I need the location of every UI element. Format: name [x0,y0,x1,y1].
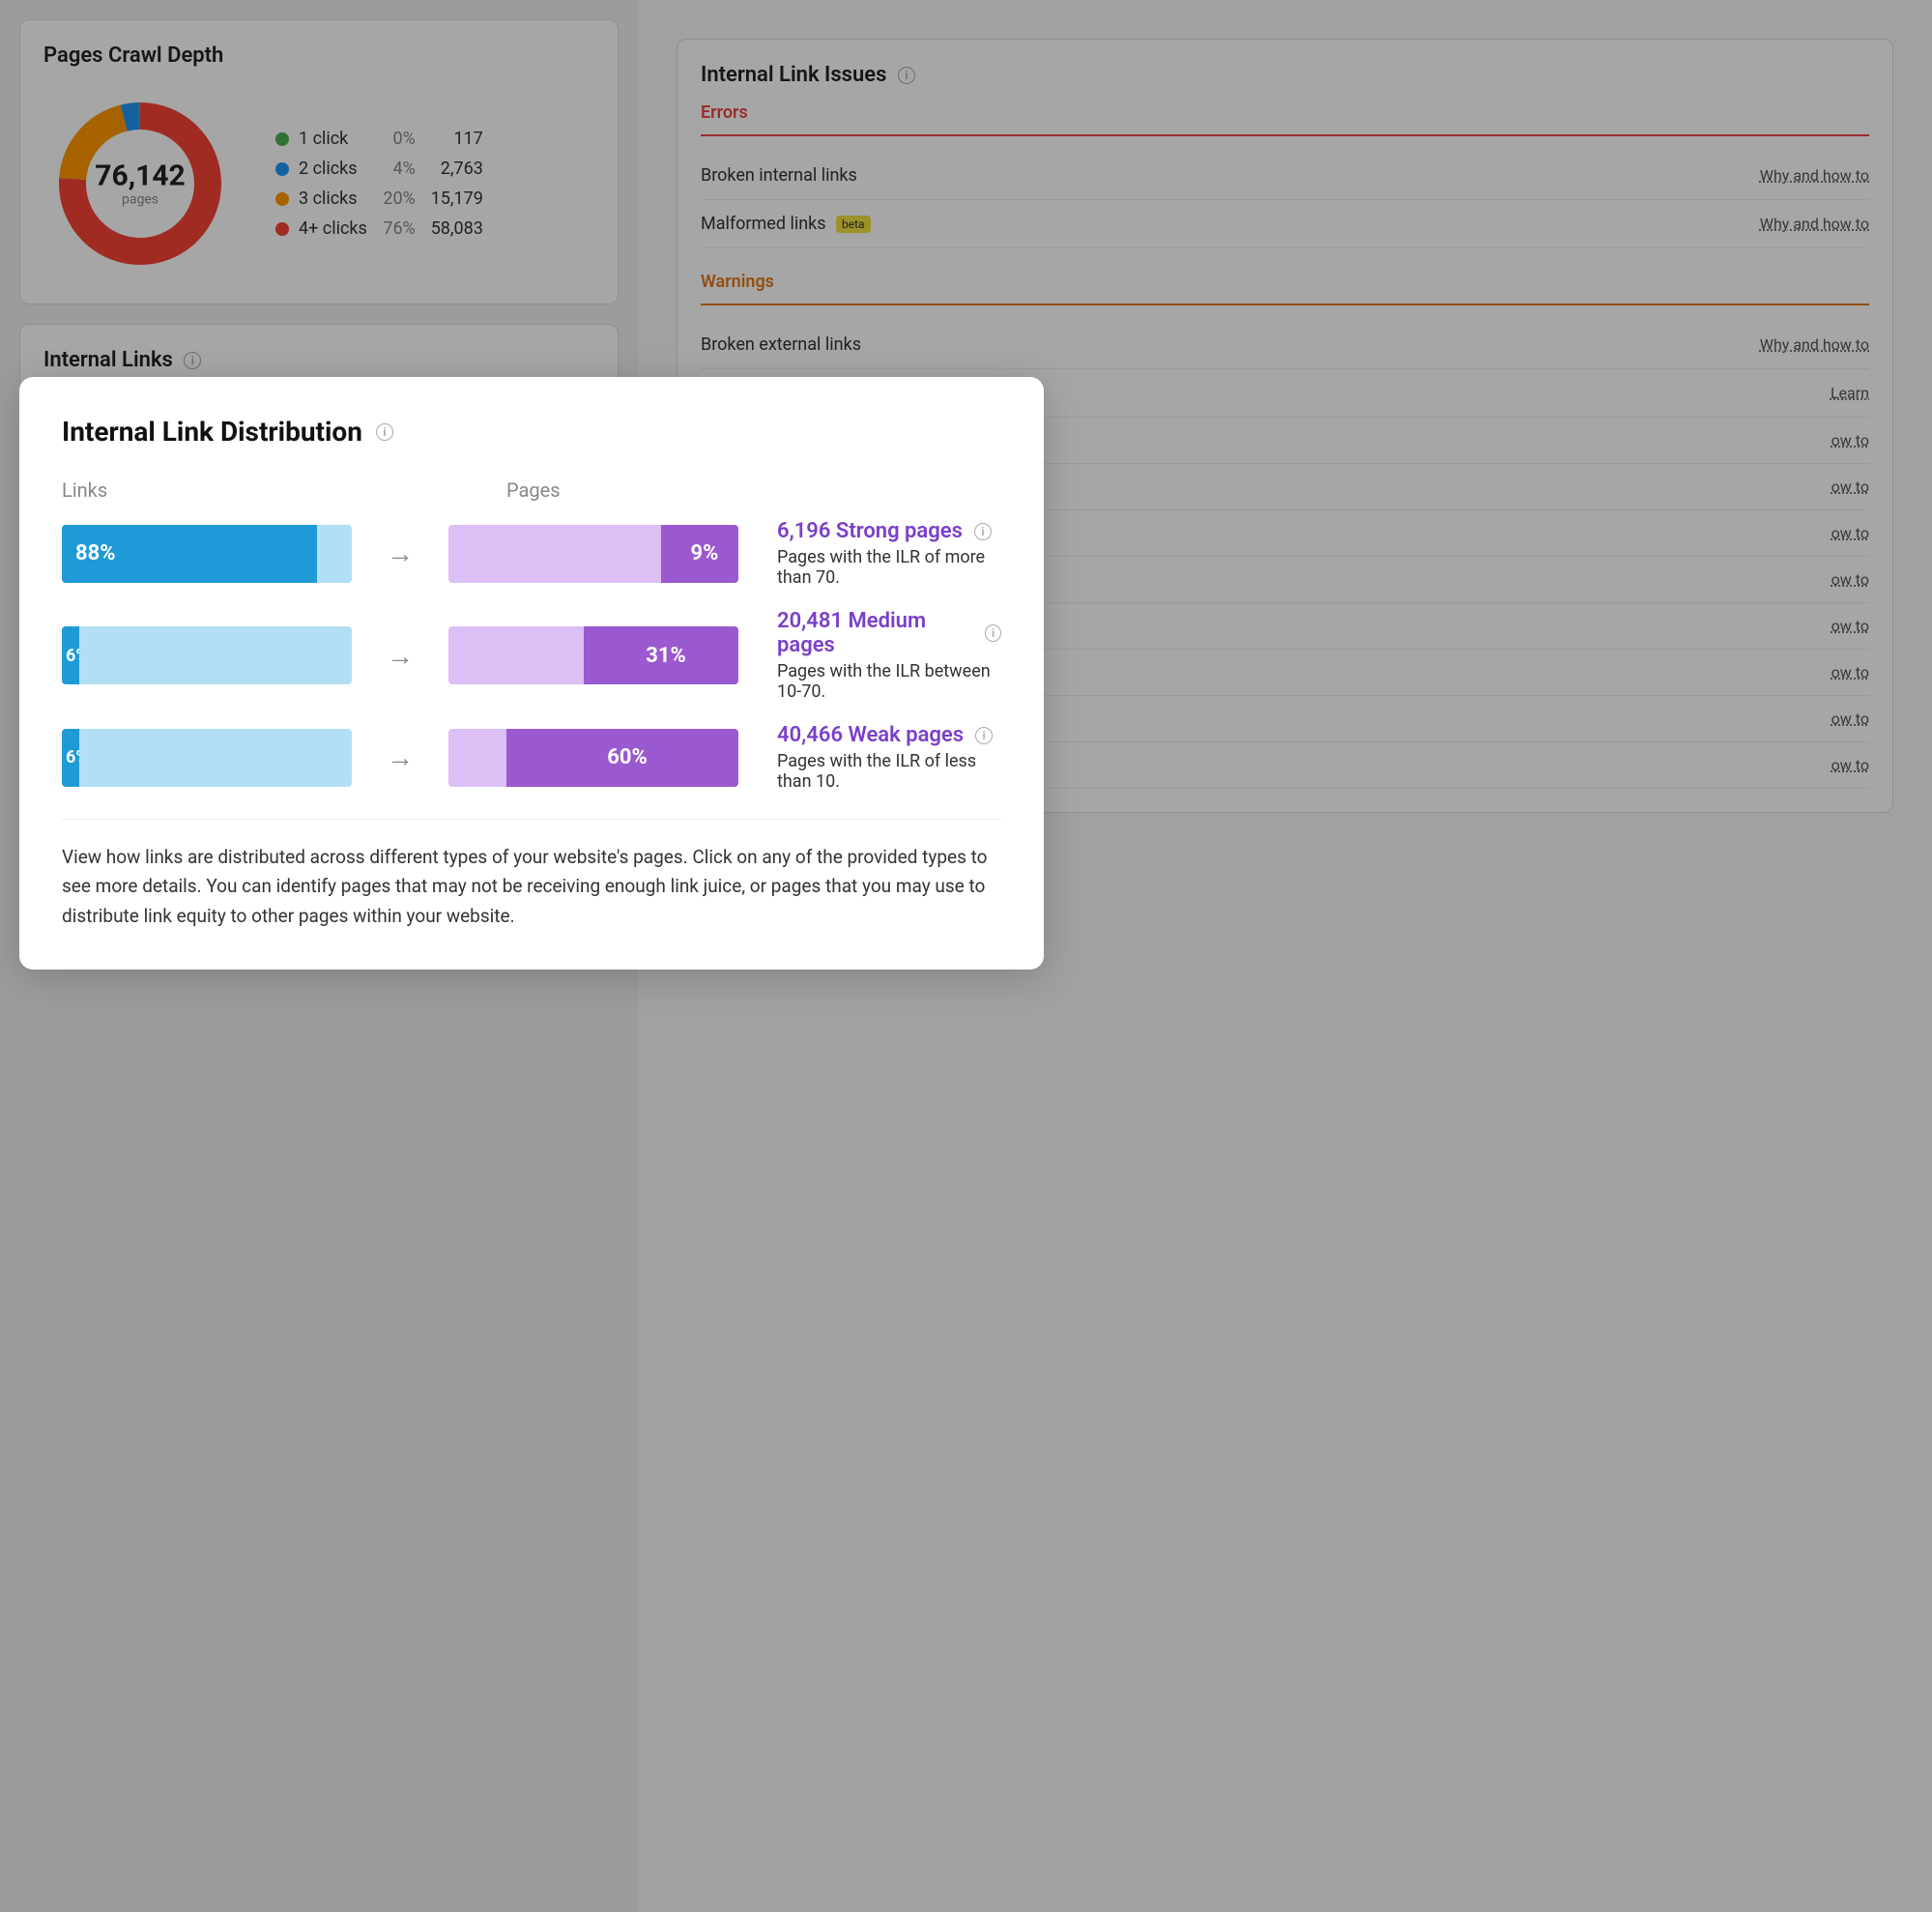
strong-pages-info-icon[interactable]: i [974,523,992,540]
links-bar-strong: 88% [62,525,352,583]
links-bar-filled-medium: 6% [62,626,79,684]
pages-bar-filled-medium: 31% [584,626,738,684]
pages-bar-rest-medium [448,626,584,684]
dist-info-desc-medium: Pages with the ILR between 10-70. [777,661,1001,702]
col-label-links: Links [62,478,352,502]
weak-pages-info-icon[interactable]: i [975,727,993,744]
arrow-weak: → [371,741,429,773]
dist-row-strong[interactable]: 88% → 9% 6,196 Strong pages i Pages with… [62,519,1001,588]
pages-bar-medium: 31% [448,626,738,684]
links-bar-weak: 6% [62,729,352,787]
pages-bar-weak: 60% [448,729,738,787]
links-pct-strong: 88% [75,541,116,565]
dist-info-desc-strong: Pages with the ILR of more than 70. [777,547,1001,588]
dist-info-title-weak: 40,466 Weak pages i [777,723,1001,747]
modal-info-icon[interactable]: i [376,423,393,441]
links-bar-rest-medium [79,626,352,684]
pages-bar-filled-strong: 9% [661,525,738,583]
medium-pages-info-icon[interactable]: i [985,624,1001,642]
modal-title: Internal Link Distribution i [62,416,1001,448]
dist-info-title-strong: 6,196 Strong pages i [777,519,1001,543]
dist-info-desc-weak: Pages with the ILR of less than 10. [777,751,1001,792]
arrow-medium: → [371,640,429,672]
dist-info-title-medium: 20,481 Medium pages i [777,609,1001,657]
pages-bar-filled-weak: 60% [506,729,738,787]
pages-pct-weak: 60% [607,745,648,769]
modal-internal-link-distribution: Internal Link Distribution i Links Pages… [19,377,1044,970]
pages-pct-strong: 9% [691,541,719,565]
pages-bar-rest-strong [448,525,661,583]
links-bar-rest-weak [79,729,352,787]
pages-bar-strong: 9% [448,525,738,583]
arrow-strong: → [371,537,429,569]
col-label-pages: Pages [506,478,796,502]
links-bar-filled-strong: 88% [62,525,317,583]
pages-bar-rest-weak [448,729,506,787]
dist-info-strong: 6,196 Strong pages i Pages with the ILR … [758,519,1001,588]
links-bar-rest-strong [317,525,352,583]
links-bar-filled-weak: 6% [62,729,79,787]
distribution-grid: Links Pages 88% → 9% 6,196 Strong pag [62,478,1001,792]
dist-info-weak: 40,466 Weak pages i Pages with the ILR o… [758,723,1001,792]
dist-header: Links Pages [62,478,1001,502]
pages-pct-medium: 31% [646,644,686,668]
links-bar-medium: 6% [62,626,352,684]
dist-info-medium: 20,481 Medium pages i Pages with the ILR… [758,609,1001,702]
modal-description: View how links are distributed across di… [62,819,1001,931]
dist-row-weak[interactable]: 6% → 60% 40,466 Weak pages i Pages with … [62,723,1001,792]
dist-row-medium[interactable]: 6% → 31% 20,481 Medium pages i Pages wit… [62,609,1001,702]
